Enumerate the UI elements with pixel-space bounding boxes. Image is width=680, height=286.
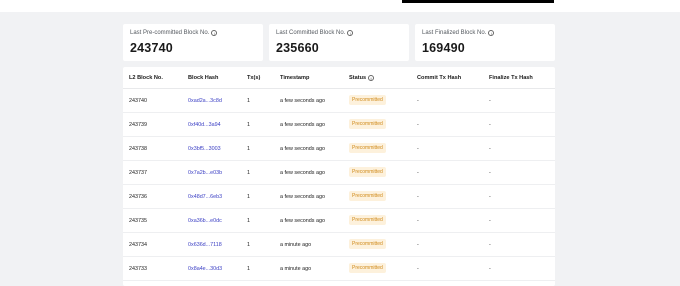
stat-value: 169490 (422, 41, 465, 55)
status-badge: Precommitted (349, 95, 386, 105)
table-row: 243735 0xa36b...e0dc 1 a few seconds ago Pre… (123, 209, 555, 233)
cell-txs: 1 (247, 122, 250, 128)
cell-block-no[interactable]: 243737 (129, 170, 147, 176)
stat-label-row: Last Finalized Block No. i (422, 30, 548, 36)
stat-label-row: Last Committed Block No. i (276, 30, 402, 36)
cell-block-no[interactable]: 243733 (129, 266, 147, 272)
cell-block-hash[interactable]: 0x48d7...6eb3 (188, 194, 222, 200)
cell-txs: 1 (247, 266, 250, 272)
header-timestamp: Timestamp (280, 75, 310, 81)
table-row: 243736 0x48d7...6eb3 1 a few seconds ago Pre… (123, 185, 555, 209)
stat-label: Last Finalized Block No. (422, 30, 487, 36)
info-icon[interactable]: i (488, 30, 495, 36)
stat-label: Last Committed Block No. (276, 30, 346, 36)
info-icon[interactable]: i (211, 30, 218, 36)
cell-commit-tx-hash: - (417, 218, 419, 224)
info-icon[interactable]: i (347, 30, 354, 36)
cell-timestamp: a few seconds ago (280, 170, 325, 176)
cell-block-hash[interactable]: 0x636d...7118 (188, 242, 222, 248)
cell-finalize-tx-hash: - (489, 194, 491, 200)
cell-timestamp: a few seconds ago (280, 194, 325, 200)
cell-txs: 1 (247, 218, 250, 224)
status-badge: Precommitted (349, 215, 386, 225)
cell-commit-tx-hash: - (417, 242, 419, 248)
cell-timestamp: a few seconds ago (280, 218, 325, 224)
top-nav-button[interactable] (402, 0, 554, 3)
cell-commit-tx-hash: - (417, 122, 419, 128)
cell-commit-tx-hash: - (417, 98, 419, 104)
table-row: 243740 0xad2a...3c8d 1 a few seconds ago Pre… (123, 89, 555, 113)
cell-block-no[interactable]: 243735 (129, 218, 147, 224)
status-badge: Precommitted (349, 239, 386, 249)
cell-commit-tx-hash: - (417, 170, 419, 176)
header-block-hash: Block Hash (188, 75, 219, 81)
cell-block-hash[interactable]: 0xad2a...3c8d (188, 98, 222, 104)
blocks-table: L2 Block No. Block Hash Tx(s) Timestamp … (123, 67, 555, 286)
status-badge: Precommitted (349, 119, 386, 129)
header-status-label: Status (349, 75, 367, 81)
cell-txs: 1 (247, 170, 250, 176)
stat-value: 235660 (276, 41, 319, 55)
table-row: 243738 0x3bf5...3003 1 a few seconds ago Pre… (123, 137, 555, 161)
table-row: 243737 0x7a2b...e03b 1 a few seconds ago Pre… (123, 161, 555, 185)
table-row: 243733 0x8a4e...30d3 1 a minute ago Precommi… (123, 257, 555, 281)
cell-block-no[interactable]: 243739 (129, 122, 147, 128)
cell-timestamp: a few seconds ago (280, 122, 325, 128)
header-status: Status i (349, 75, 375, 81)
cell-finalize-tx-hash: - (489, 98, 491, 104)
header-commit-tx-hash: Commit Tx Hash (417, 75, 462, 81)
cell-finalize-tx-hash: - (489, 146, 491, 152)
table-row: 243734 0x636d...7118 1 a minute ago Precommi… (123, 233, 555, 257)
cell-finalize-tx-hash: - (489, 170, 491, 176)
cell-txs: 1 (247, 194, 250, 200)
cell-timestamp: a few seconds ago (280, 98, 325, 104)
status-badge: Precommitted (349, 191, 386, 201)
top-nav-bar (0, 0, 680, 12)
stat-card-precommitted: Last Pre-committed Block No. i 243740 (123, 24, 263, 61)
header-l2-block-no: L2 Block No. (129, 75, 163, 81)
status-badge: Precommitted (349, 263, 386, 273)
cell-timestamp: a minute ago (280, 242, 312, 248)
status-badge: Precommitted (349, 143, 386, 153)
cell-txs: 1 (247, 146, 250, 152)
cell-finalize-tx-hash: - (489, 122, 491, 128)
cell-commit-tx-hash: - (417, 194, 419, 200)
cell-commit-tx-hash: - (417, 146, 419, 152)
cell-finalize-tx-hash: - (489, 218, 491, 224)
table-header: L2 Block No. Block Hash Tx(s) Timestamp … (123, 67, 555, 89)
cell-block-no[interactable]: 243740 (129, 98, 147, 104)
stat-value: 243740 (130, 41, 173, 55)
cell-block-hash[interactable]: 0x7a2b...e03b (188, 170, 222, 176)
cell-timestamp: a few seconds ago (280, 146, 325, 152)
cell-timestamp: a minute ago (280, 266, 312, 272)
cell-commit-tx-hash: - (417, 266, 419, 272)
stat-label: Last Pre-committed Block No. (130, 30, 210, 36)
status-badge: Precommitted (349, 167, 386, 177)
cell-block-hash[interactable]: 0x3bf5...3003 (188, 146, 221, 152)
info-icon[interactable]: i (368, 75, 375, 81)
stat-card-finalized: Last Finalized Block No. i 169490 (415, 24, 555, 61)
cell-finalize-tx-hash: - (489, 242, 491, 248)
cell-txs: 1 (247, 98, 250, 104)
header-finalize-tx-hash: Finalize Tx Hash (489, 75, 533, 81)
cell-finalize-tx-hash: - (489, 266, 491, 272)
stat-label-row: Last Pre-committed Block No. i (130, 30, 256, 36)
cell-block-hash[interactable]: 0xa36b...e0dc (188, 218, 222, 224)
header-txs: Tx(s) (247, 75, 261, 81)
cell-block-hash[interactable]: 0x8a4e...30d3 (188, 266, 222, 272)
table-row: 243739 0xf40d...3a94 1 a few seconds ago Pre… (123, 113, 555, 137)
cell-block-hash[interactable]: 0xf40d...3a94 (188, 122, 221, 128)
cell-block-no[interactable]: 243736 (129, 194, 147, 200)
cell-txs: 1 (247, 242, 250, 248)
cell-block-no[interactable]: 243738 (129, 146, 147, 152)
cell-block-no[interactable]: 243734 (129, 242, 147, 248)
stat-card-committed: Last Committed Block No. i 235660 (269, 24, 409, 61)
